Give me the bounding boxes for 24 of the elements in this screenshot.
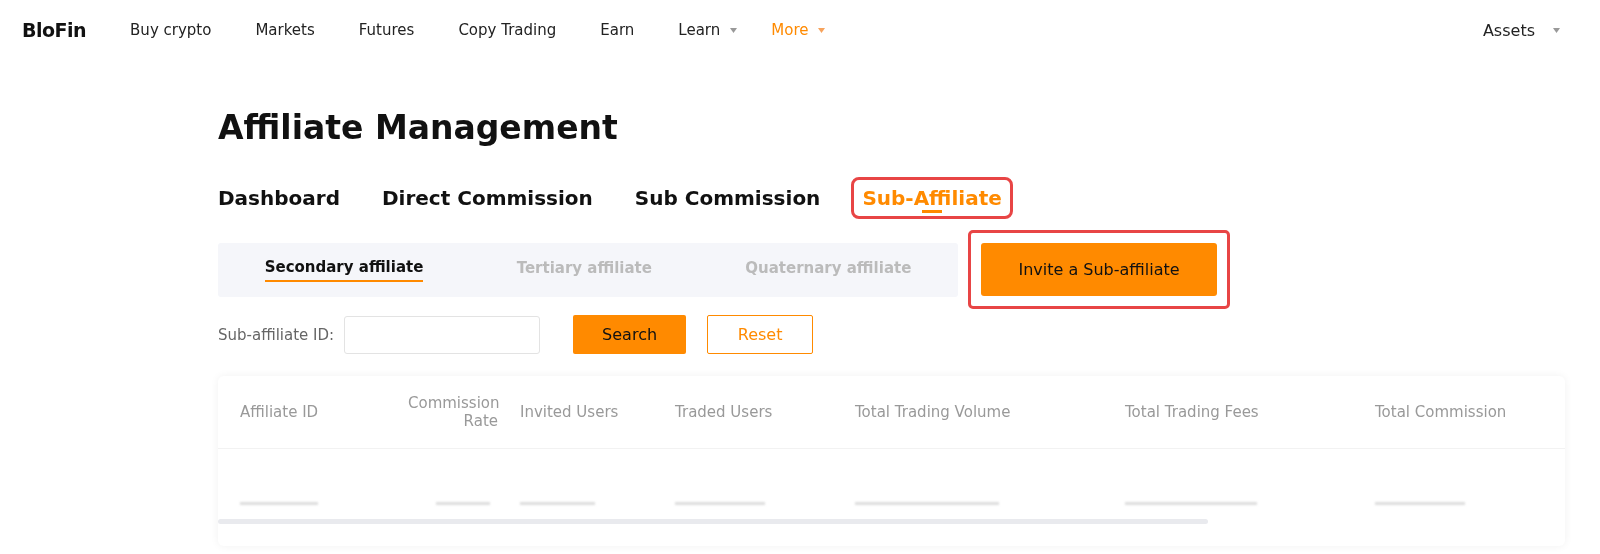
column-header: Traded Users xyxy=(675,403,773,421)
subtab[interactable]: Secondary affiliate xyxy=(264,257,424,282)
input-field[interactable] xyxy=(344,315,541,354)
nav-link[interactable]: Earn xyxy=(600,21,635,39)
tab[interactable]: Direct Commission xyxy=(374,180,601,216)
page-title: Affiliate Management xyxy=(218,108,619,149)
invite-button[interactable]: Invite a Sub-affiliate xyxy=(981,243,1217,296)
nav-link[interactable]: Markets xyxy=(255,21,315,39)
column-header: Commission Rate xyxy=(408,394,498,430)
nav-link[interactable]: Copy Trading xyxy=(458,21,557,39)
nav-link[interactable]: Futures xyxy=(358,21,415,39)
column-header: Total Trading Volume xyxy=(855,403,1011,421)
column-header: Affiliate ID xyxy=(240,403,319,421)
column-header: Total Commission xyxy=(1375,403,1507,421)
field-label: Sub-affiliate ID: xyxy=(218,325,335,344)
tab[interactable]: Dashboard xyxy=(218,180,348,216)
column-header: Invited Users xyxy=(520,403,619,421)
nav-link[interactable]: Learn xyxy=(678,21,721,39)
column-header: Total Trading Fees xyxy=(1125,403,1259,421)
nav-link[interactable]: Buy crypto xyxy=(130,21,212,39)
search-button[interactable]: Search xyxy=(573,315,687,354)
assets-menu[interactable]: Assets xyxy=(1482,20,1535,40)
tab[interactable]: Sub Commission xyxy=(626,180,829,216)
logo[interactable]: BloFin xyxy=(22,19,87,41)
